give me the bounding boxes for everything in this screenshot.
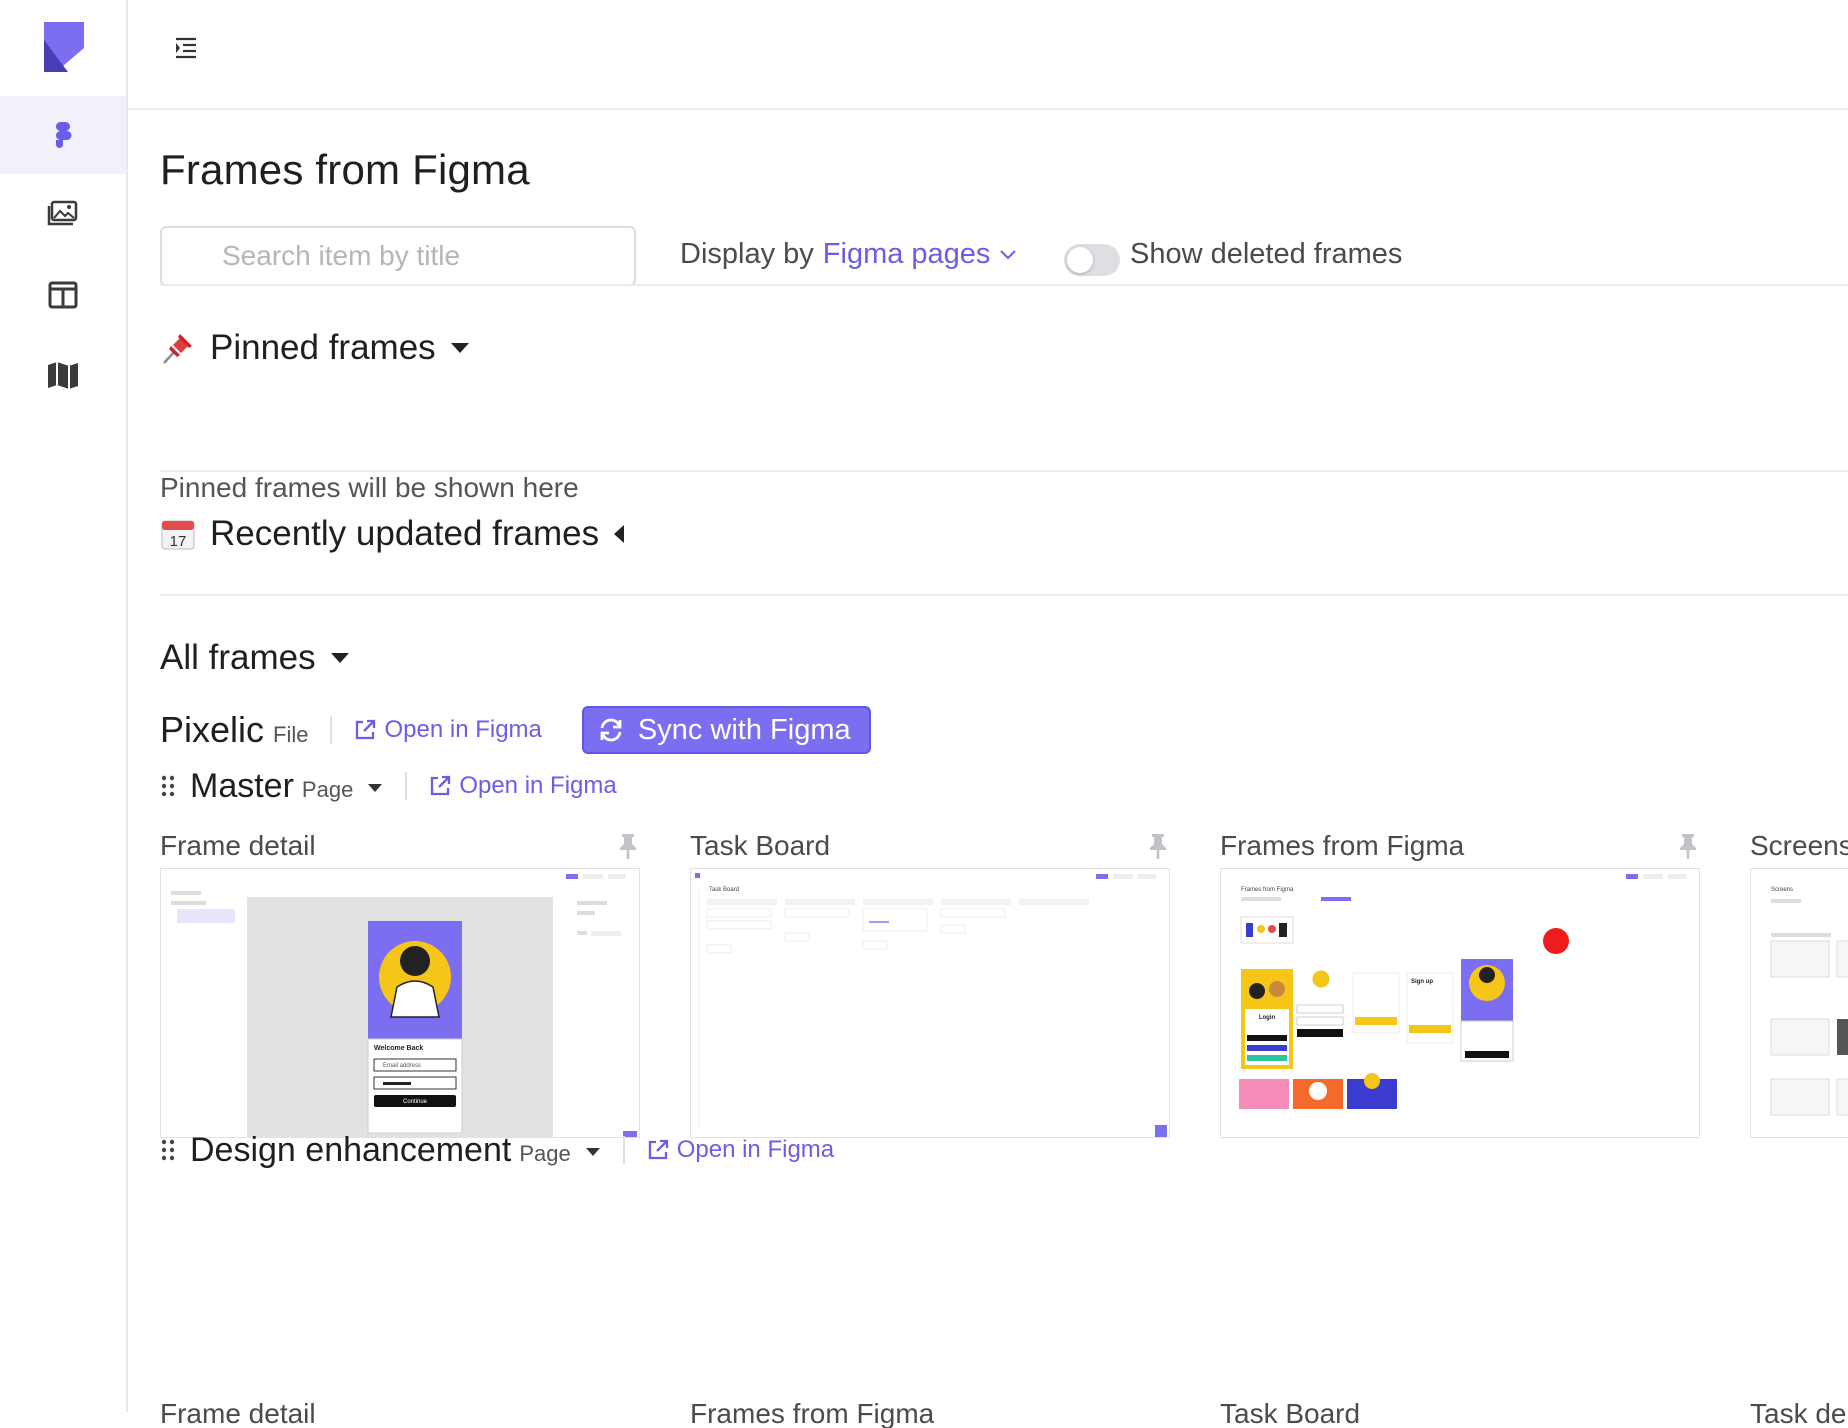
pin-icon[interactable] bbox=[1146, 832, 1170, 860]
recent-frames-header[interactable]: 17 Recently updated frames bbox=[160, 514, 627, 554]
display-by-value: Figma pages bbox=[822, 238, 991, 270]
pushpin-icon bbox=[163, 334, 192, 364]
show-deleted-label: Show deleted frames bbox=[1130, 238, 1403, 270]
divider bbox=[160, 284, 1848, 286]
frame-preview: Welcome Back Email address Continue bbox=[161, 869, 639, 1137]
frame-thumbnail[interactable]: Welcome Back Email address Continue bbox=[160, 868, 640, 1138]
external-link-icon bbox=[356, 719, 376, 740]
separator bbox=[405, 772, 408, 800]
thumb-welcome-text: Welcome Back bbox=[374, 1045, 423, 1052]
frame-title: Task Board bbox=[690, 830, 831, 861]
thumb-email-text: Email address bbox=[383, 1063, 421, 1069]
frame-card[interactable]: Frame detail Welcome Back Email address … bbox=[160, 826, 640, 1138]
divider bbox=[160, 470, 1848, 472]
images-icon bbox=[47, 200, 78, 226]
file-name: Pixelic bbox=[160, 709, 265, 750]
separator bbox=[622, 1136, 625, 1164]
frame-preview: Task Board bbox=[691, 869, 1169, 1137]
caret-down-icon bbox=[330, 653, 349, 663]
sidebar bbox=[0, 0, 128, 1412]
app-logo-icon[interactable] bbox=[44, 22, 84, 72]
nav-board[interactable] bbox=[0, 256, 126, 334]
show-deleted-toggle[interactable] bbox=[1064, 244, 1120, 276]
thumb-continue-text: Continue bbox=[403, 1099, 428, 1105]
caret-down-icon[interactable] bbox=[367, 783, 383, 793]
columns-icon bbox=[48, 281, 78, 309]
page-open-label: Open in Figma bbox=[676, 1136, 835, 1163]
pinned-frames-header[interactable]: Pinned frames bbox=[160, 328, 470, 368]
calendar-day: 17 bbox=[170, 533, 187, 550]
frame-card[interactable]: Screens Screens bbox=[1750, 826, 1848, 1138]
file-open-label: Open in Figma bbox=[384, 716, 542, 743]
frame-title: Screens bbox=[1750, 830, 1848, 861]
sync-with-figma-button[interactable]: Sync with Figma bbox=[581, 706, 871, 754]
frame-title[interactable]: Task de bbox=[1750, 1398, 1847, 1428]
frame-thumbnail[interactable]: Frames from Figma Login Sign up bbox=[1220, 868, 1700, 1138]
pin-icon[interactable] bbox=[616, 832, 640, 860]
frame-title: Frame detail bbox=[160, 830, 316, 861]
separator bbox=[330, 716, 333, 744]
caret-down-icon bbox=[450, 343, 469, 353]
figma-icon bbox=[56, 122, 72, 148]
sidebar-toggle-icon[interactable] bbox=[168, 30, 204, 66]
frame-preview: Screens bbox=[1751, 869, 1848, 1137]
frame-thumbnail[interactable]: Task Board bbox=[690, 868, 1170, 1138]
page-kind: Page bbox=[301, 777, 354, 802]
page-title: Frames from Figma bbox=[160, 146, 530, 193]
page-open-label: Open in Figma bbox=[459, 772, 617, 799]
caret-left-icon bbox=[614, 525, 625, 543]
page-row-master: Master Page Open in Figma bbox=[160, 764, 617, 808]
drag-handle-icon[interactable] bbox=[160, 1138, 176, 1162]
frame-thumbnail[interactable]: Screens bbox=[1750, 868, 1848, 1138]
drag-handle-icon[interactable] bbox=[160, 774, 176, 798]
thumb-screens-text: Screens bbox=[1771, 887, 1793, 893]
toggle-knob bbox=[1067, 247, 1093, 273]
external-link-icon bbox=[431, 775, 451, 796]
thumb-signup-text: Sign up bbox=[1411, 979, 1433, 985]
map-icon bbox=[48, 362, 78, 389]
caret-down-icon[interactable] bbox=[585, 1147, 601, 1157]
recent-frames-title: Recently updated frames bbox=[210, 514, 600, 553]
file-open-in-figma-link[interactable]: Open in Figma bbox=[354, 716, 542, 744]
pinned-frames-title: Pinned frames bbox=[210, 328, 436, 367]
frame-title[interactable]: Task Board bbox=[1220, 1398, 1360, 1428]
sync-icon bbox=[600, 718, 622, 742]
file-kind: File bbox=[273, 721, 309, 747]
thumb-task-board-text: Task Board bbox=[709, 887, 739, 893]
frames-row: Frame detail Welcome Back Email address … bbox=[160, 826, 1848, 1146]
external-link-icon bbox=[648, 1139, 668, 1160]
file-row: Pixelic File Open in Figma Sync with Fig… bbox=[160, 706, 871, 754]
page-name: Design enhancement bbox=[190, 1130, 512, 1169]
calendar-icon: 17 bbox=[161, 520, 195, 550]
page-kind: Page bbox=[519, 1141, 571, 1166]
pin-icon[interactable] bbox=[1676, 832, 1700, 860]
frames-row-partial: Frame detail Frames from Figma Task Boar… bbox=[160, 1398, 1848, 1428]
frame-title[interactable]: Frame detail bbox=[160, 1398, 316, 1428]
display-by: Display by Figma pages bbox=[680, 238, 1017, 271]
frame-title[interactable]: Frames from Figma bbox=[690, 1398, 934, 1428]
all-frames-header[interactable]: All frames bbox=[160, 638, 350, 678]
display-by-dropdown[interactable]: Figma pages bbox=[823, 238, 1017, 271]
pinned-empty-note: Pinned frames will be shown here bbox=[160, 472, 579, 503]
sync-label: Sync with Figma bbox=[637, 713, 851, 746]
nav-gallery[interactable] bbox=[0, 174, 126, 252]
chevron-down-icon bbox=[1000, 249, 1017, 259]
page-open-in-figma-link[interactable]: Open in Figma bbox=[647, 1136, 834, 1164]
page-row-design-enhancement: Design enhancement Page Open in Figma bbox=[160, 1128, 834, 1172]
nav-figma[interactable] bbox=[0, 96, 126, 174]
nav-map[interactable] bbox=[0, 336, 126, 414]
top-bar bbox=[128, 0, 1848, 110]
divider bbox=[160, 594, 1848, 596]
thumb-login-text: Login bbox=[1259, 1015, 1276, 1021]
frame-preview: Frames from Figma Login Sign up bbox=[1221, 869, 1699, 1137]
frame-card[interactable]: Frames from Figma Frames from Figma Logi… bbox=[1220, 826, 1700, 1138]
frame-card[interactable]: Task Board Task Board bbox=[690, 826, 1170, 1138]
frame-title: Frames from Figma bbox=[1220, 830, 1465, 861]
display-by-label: Display by bbox=[680, 238, 814, 270]
page-open-in-figma-link[interactable]: Open in Figma bbox=[429, 772, 617, 800]
thumb-frames-text: Frames from Figma bbox=[1241, 887, 1294, 893]
page-name: Master bbox=[190, 766, 294, 805]
all-frames-title: All frames bbox=[160, 638, 316, 677]
search-input[interactable] bbox=[160, 226, 636, 286]
